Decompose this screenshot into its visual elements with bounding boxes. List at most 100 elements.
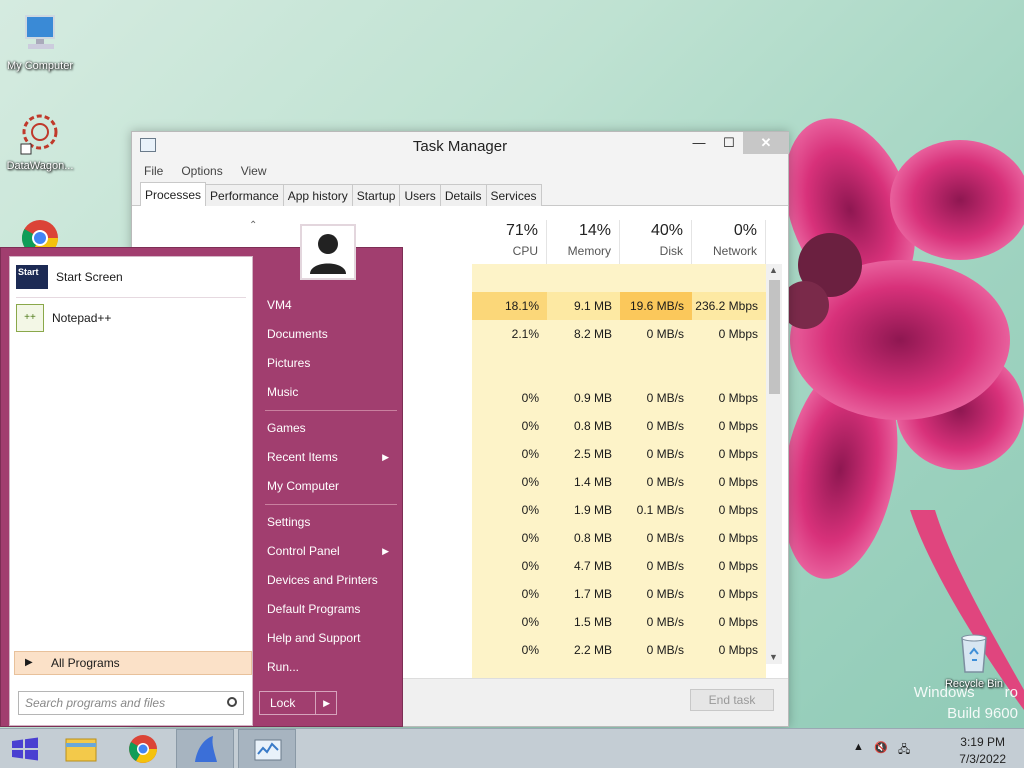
menu-view[interactable]: View — [241, 164, 267, 178]
scroll-up-icon[interactable]: ▲ — [769, 265, 778, 275]
cell-disk: 0 MB/s — [646, 643, 684, 657]
pinned-notepadpp[interactable]: ++ Notepad++ — [10, 298, 252, 338]
app-icon[interactable] — [176, 729, 234, 768]
cell-cpu: 0% — [521, 391, 539, 405]
volume-muted-icon[interactable]: 🔇 — [874, 741, 888, 754]
cell-net: 236.2 Mbps — [692, 292, 766, 320]
start-item-label: Games — [267, 421, 306, 435]
column-disk[interactable]: 40% Disk — [620, 220, 692, 264]
cell-net: 0 Mbps — [718, 419, 758, 433]
start-item-recent-items[interactable]: Recent Items ▶ — [267, 450, 399, 464]
cell-mem: 1.9 MB — [573, 503, 612, 517]
start-item-label: Settings — [267, 515, 311, 529]
column-cpu[interactable]: 71% CPU — [472, 220, 547, 264]
cell-disk: 0 MB/s — [646, 559, 684, 573]
minimize-button[interactable]: — — [684, 132, 714, 154]
cell-cpu: 0% — [521, 559, 539, 573]
start-menu[interactable]: Start Start Screen ++ Notepad++ ▶ All Pr… — [0, 247, 403, 727]
cell-disk: 0 MB/s — [646, 391, 684, 405]
network-icon[interactable]: 🖧 — [898, 741, 910, 760]
cell-disk: 0 MB/s — [646, 587, 684, 601]
tab-details[interactable]: Details — [439, 184, 487, 206]
start-item-label: Pictures — [267, 356, 311, 370]
clock[interactable]: 3:19 PM 7/3/2022 — [959, 735, 1006, 766]
start-item-documents[interactable]: Documents — [267, 327, 399, 341]
cell-cpu: 18.1% — [472, 292, 547, 320]
cell-net: 0 Mbps — [718, 531, 758, 545]
cell-disk: 0 MB/s — [646, 447, 684, 461]
task-manager-icon[interactable] — [238, 729, 296, 768]
cell-disk: 0 MB/s — [646, 475, 684, 489]
start-item-devices-and-printers[interactable]: Devices and Printers — [267, 573, 399, 587]
menu-options[interactable]: Options — [181, 164, 222, 178]
cell-net: 0 Mbps — [718, 587, 758, 601]
start-orb-icon[interactable] — [0, 729, 50, 768]
start-item-label: Devices and Printers — [267, 573, 378, 587]
chrome-icon[interactable] — [114, 729, 172, 768]
lock-button[interactable]: Lock ▶ — [259, 691, 337, 715]
menu-file[interactable]: File — [144, 164, 163, 178]
pinned-start-screen[interactable]: Start Start Screen — [10, 257, 252, 297]
title-bar[interactable]: Task Manager — ☐ ✕ — [132, 132, 789, 160]
vertical-scrollbar[interactable]: ▲ ▼ — [766, 264, 782, 664]
cell-mem: 0.9 MB — [573, 391, 612, 405]
datawagon-icon — [18, 112, 62, 156]
cell-disk: 19.6 MB/s — [620, 292, 692, 320]
cell-net: 0 Mbps — [718, 475, 758, 489]
start-item-my-computer[interactable]: My Computer — [267, 479, 399, 493]
all-programs-button[interactable]: ▶ All Programs — [14, 651, 252, 675]
search-input[interactable]: Search programs and files — [18, 691, 244, 715]
cell-cpu: 0% — [521, 475, 539, 489]
desktop-icon-datawagon[interactable]: DataWagon... — [0, 112, 80, 172]
arrow-right-icon: ▶ — [382, 452, 389, 462]
start-item-pictures[interactable]: Pictures — [267, 356, 399, 370]
show-hidden-icons-icon[interactable]: ▲ — [853, 741, 864, 753]
menu-separator — [265, 504, 397, 505]
start-item-vm4[interactable]: VM4 — [267, 298, 399, 312]
file-explorer-icon[interactable] — [52, 729, 110, 768]
avatar[interactable] — [300, 224, 356, 280]
start-item-label: Help and Support — [267, 631, 361, 645]
start-item-games[interactable]: Games — [267, 421, 399, 435]
cell-cpu: 2.1% — [511, 327, 539, 341]
pinned-label: Start Screen — [56, 270, 123, 284]
start-item-help-and-support[interactable]: Help and Support — [267, 631, 399, 645]
cell-cpu: 0% — [521, 447, 539, 461]
start-item-label: Run... — [267, 660, 300, 674]
end-task-button[interactable]: End task — [690, 689, 774, 711]
start-item-music[interactable]: Music — [267, 385, 399, 399]
cell-mem: 0.8 MB — [573, 419, 612, 433]
scroll-thumb[interactable] — [769, 280, 780, 394]
arrow-right-icon: ▶ — [382, 546, 389, 556]
tab-services[interactable]: Services — [485, 184, 542, 206]
start-item-label: Music — [267, 385, 299, 399]
cell-net: 0 Mbps — [718, 391, 758, 405]
tab-users[interactable]: Users — [399, 184, 441, 206]
search-icon[interactable] — [227, 697, 237, 707]
start-item-label: Documents — [267, 327, 328, 341]
start-item-settings[interactable]: Settings — [267, 515, 399, 529]
cell-mem: 1.5 MB — [573, 615, 612, 629]
menu-bar: File Options View — [132, 160, 788, 182]
arrow-right-icon[interactable]: ▶ — [323, 692, 330, 714]
start-item-run[interactable]: Run... — [267, 660, 399, 674]
cell-disk: 0 MB/s — [646, 327, 684, 341]
desktop-icon-recycle-bin[interactable]: Recycle Bin — [934, 630, 1014, 690]
start-item-label: VM4 — [267, 298, 292, 312]
start-item-control-panel[interactable]: Control Panel ▶ — [267, 544, 399, 558]
column-memory[interactable]: 14% Memory — [547, 220, 620, 264]
start-item-default-programs[interactable]: Default Programs — [267, 602, 399, 616]
scroll-down-icon[interactable]: ▼ — [769, 652, 778, 662]
cell-disk: 0 MB/s — [646, 531, 684, 545]
close-button[interactable]: ✕ — [743, 132, 789, 154]
tab-processes[interactable]: Processes — [140, 182, 207, 206]
desktop-icon-label: My Computer — [6, 60, 74, 72]
clock-time: 3:19 PM — [960, 735, 1005, 749]
cell-net: 0 Mbps — [718, 447, 758, 461]
maximize-button[interactable]: ☐ — [714, 132, 744, 154]
tab-app-history[interactable]: App history — [282, 184, 353, 206]
column-network[interactable]: 0% Network — [692, 220, 766, 264]
tab-performance[interactable]: Performance — [205, 184, 284, 206]
tab-startup[interactable]: Startup — [351, 184, 401, 206]
desktop-icon-my-computer[interactable]: My Computer — [0, 12, 80, 72]
